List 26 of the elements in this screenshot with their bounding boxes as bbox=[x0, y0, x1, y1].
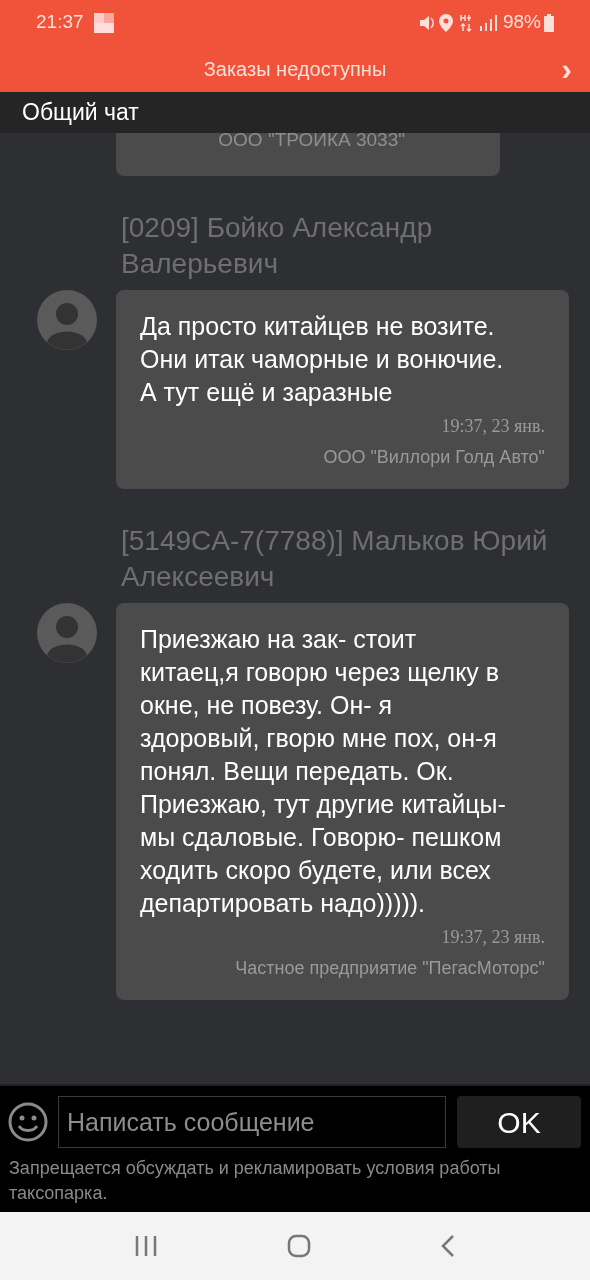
message-input[interactable]: Написать сообщение bbox=[58, 1096, 446, 1148]
avatar-icon bbox=[37, 603, 97, 663]
company-name: Частное предприятие "ПегасМоторс" bbox=[235, 957, 545, 980]
notification-icon bbox=[93, 12, 114, 33]
home-icon[interactable] bbox=[287, 1234, 311, 1258]
signal-icon bbox=[478, 14, 497, 31]
company-name: ООО "ТРОИКА 3033" bbox=[218, 133, 405, 149]
battery-level: 98% bbox=[502, 10, 541, 35]
chat-title: Общий чат bbox=[22, 98, 139, 128]
message-text: Приезжаю на зак- стоит китаец,я говорю через щелку в окне, не повезу. Он- я здоровый, гворю мне пох, он-я понял. Вещи передать. Ок. Приезжаю, тут другие китайцы- мы сдаловые. Говорю- пешком ходить скоро будете, или всех департировать надо))))). bbox=[140, 624, 507, 919]
data-icon bbox=[458, 13, 473, 32]
ok-button[interactable]: OK bbox=[457, 1096, 581, 1148]
sender-name: [0209] Бойко Александр Валерьевич bbox=[120, 211, 434, 281]
message-time: 19:37, 23 янв. bbox=[441, 415, 545, 438]
back-icon[interactable] bbox=[439, 1234, 456, 1258]
location-icon bbox=[438, 13, 453, 32]
company-name: ООО "Виллори Голд Авто" bbox=[323, 446, 545, 469]
chat-notice: Запрещается обсуждать и рекламировать условия работы таксопарка. bbox=[8, 1157, 502, 1205]
recent-apps-icon[interactable] bbox=[134, 1235, 159, 1257]
clock: 21:37 bbox=[36, 10, 84, 35]
avatar-icon bbox=[37, 290, 97, 350]
emoji-icon[interactable] bbox=[8, 1102, 48, 1142]
message-time: 19:37, 23 янв. bbox=[441, 926, 545, 949]
sender-name: [5149CA-7(7788)] Мальков Юрий Алексеевич bbox=[120, 524, 549, 594]
message-text: Да просто китайцев не возите. Они итак чаморные и вонючие. А тут ещё и заразные bbox=[140, 311, 505, 408]
battery-icon bbox=[544, 13, 554, 32]
